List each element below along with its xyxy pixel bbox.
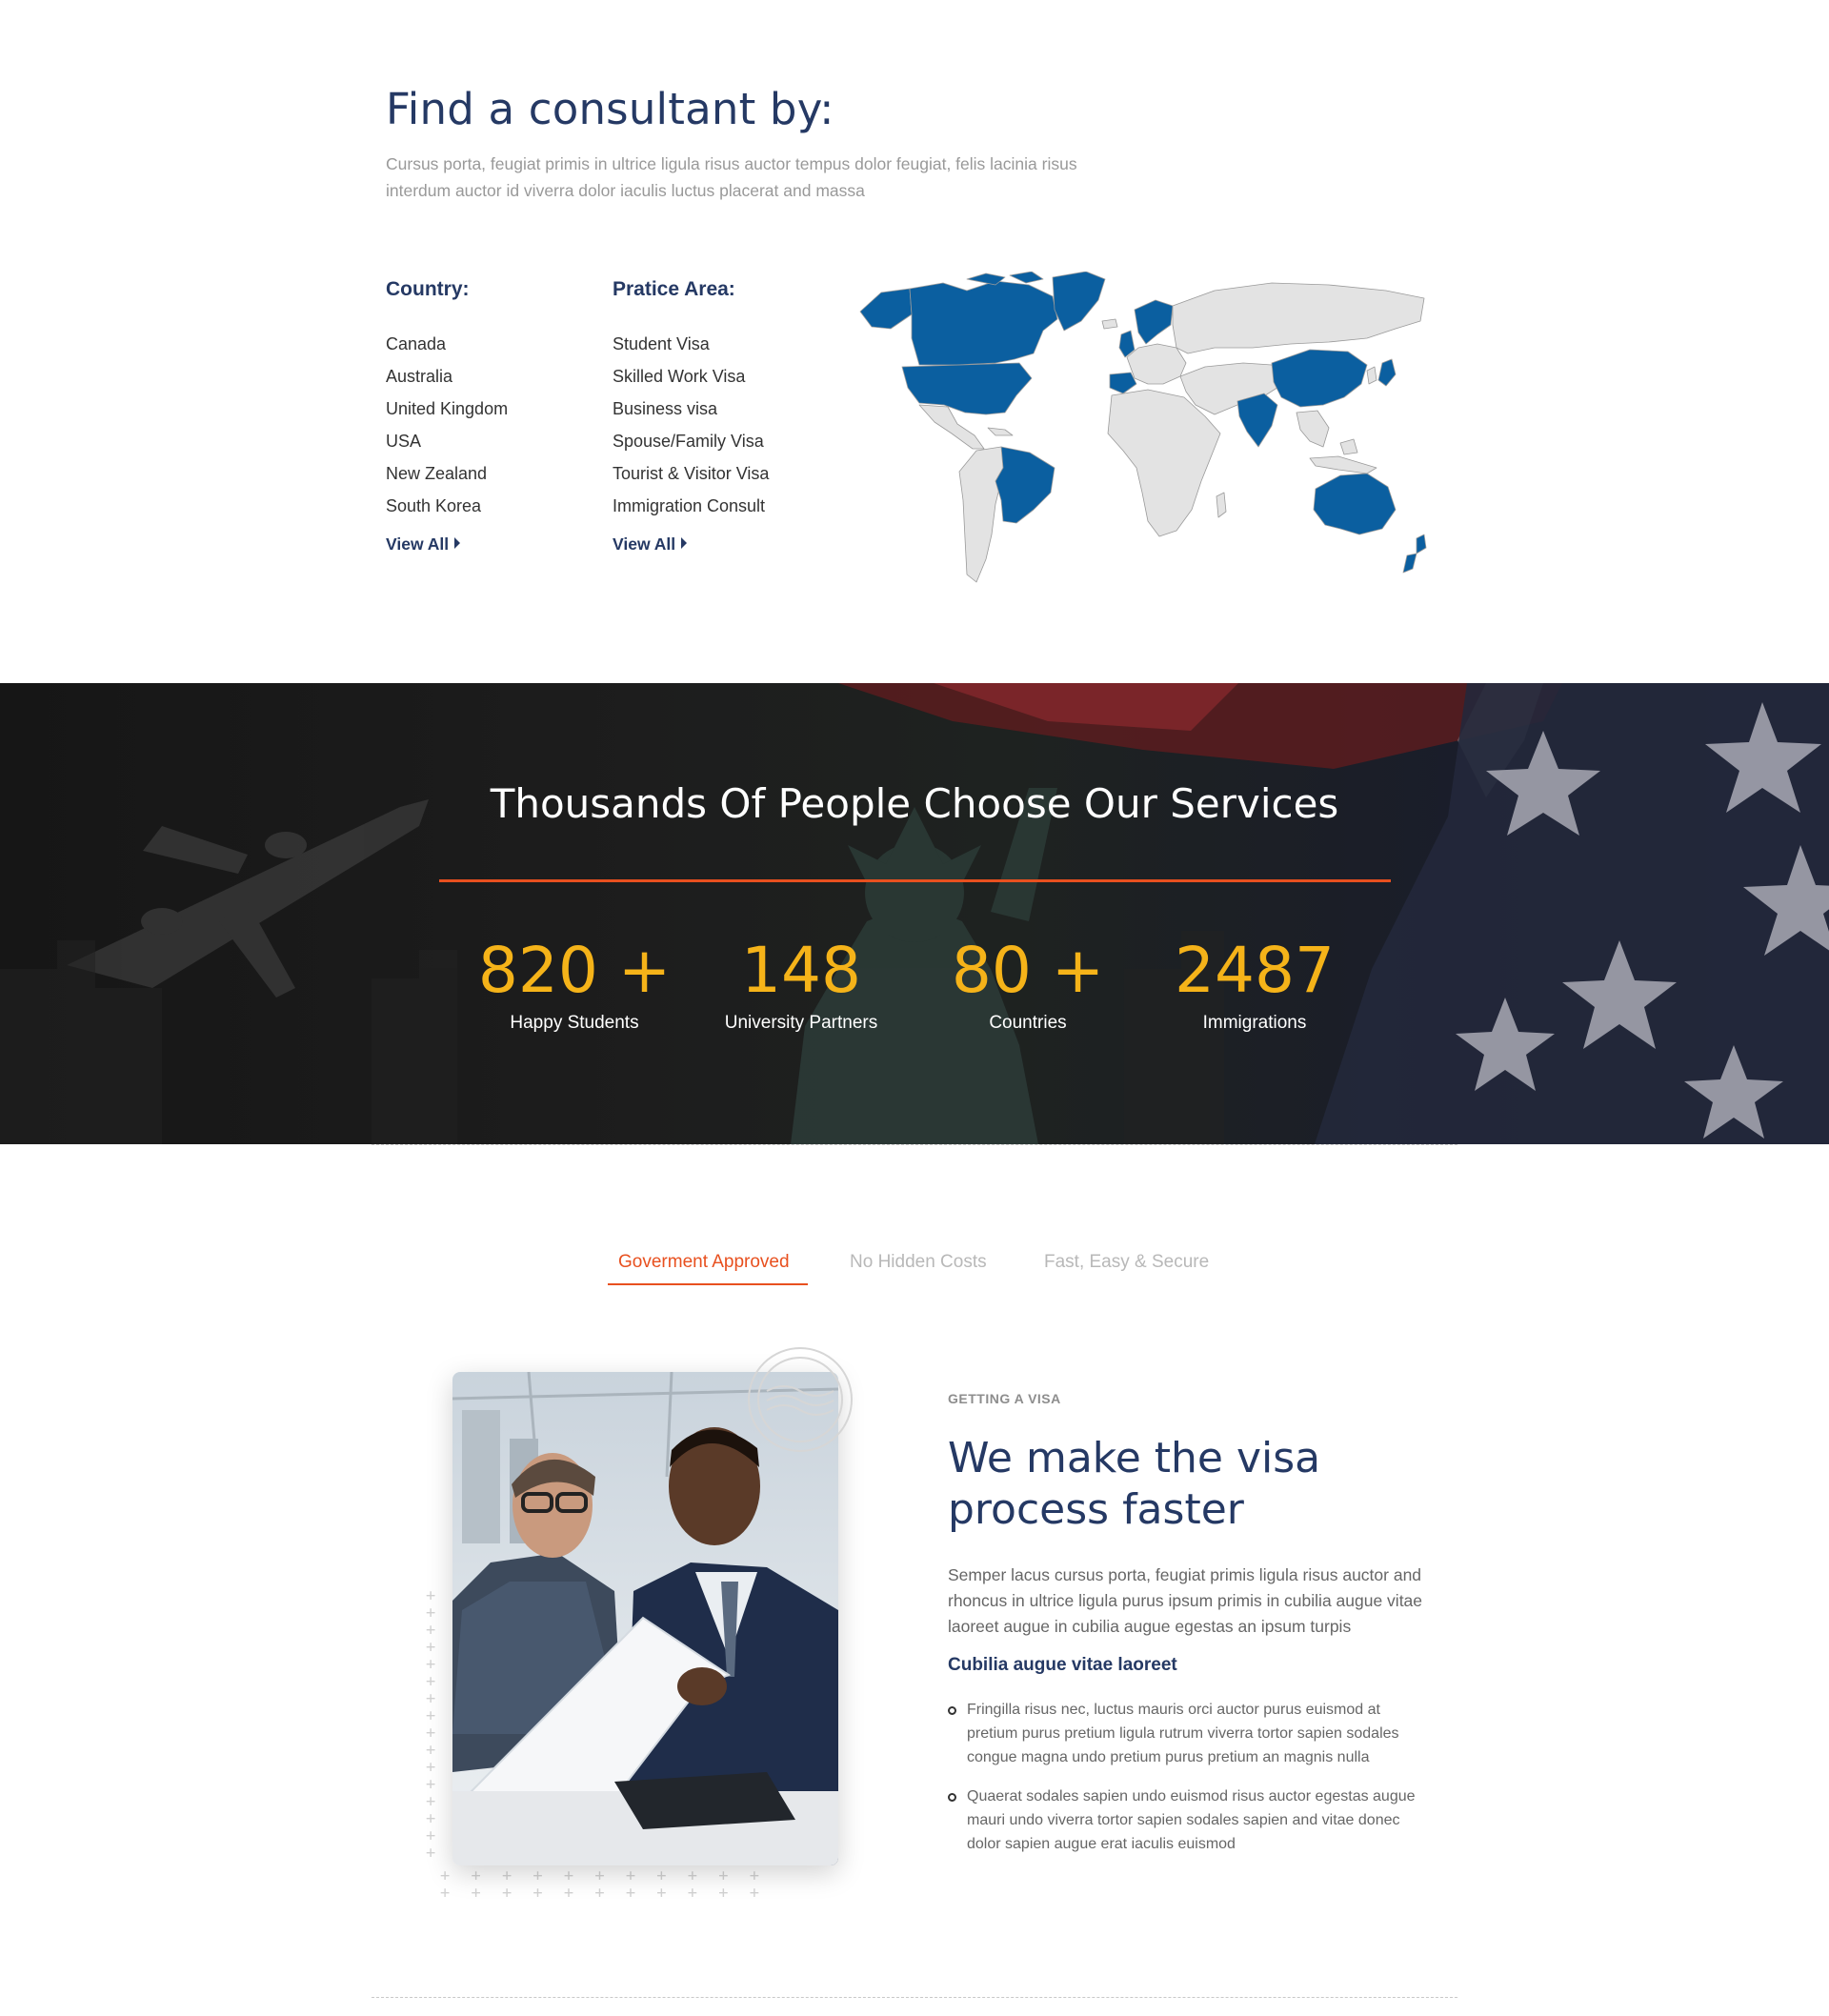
stamp-icon: [748, 1347, 853, 1452]
active-tab-indicator: [608, 1283, 808, 1285]
stat-happy-students: 820 + Happy Students: [460, 933, 689, 1034]
practice-item-student-visa[interactable]: Student Visa: [613, 328, 769, 360]
feature-tabs: Goverment Approved No Hidden Costs Fast,…: [0, 1239, 1829, 1286]
map-region-new-zealand: [1416, 534, 1427, 554]
tab-no-hidden-costs[interactable]: No Hidden Costs: [850, 1252, 987, 1273]
list-item: Quaerat sodales sapien undo euismod risu…: [948, 1784, 1429, 1856]
stat-university-partners: 148 University Partners: [687, 933, 915, 1034]
country-heading: Country:: [386, 278, 470, 300]
practice-item-skilled-work-visa[interactable]: Skilled Work Visa: [613, 360, 769, 393]
bullet-text: Quaerat sodales sapien undo euismod risu…: [967, 1788, 1416, 1852]
view-all-label: View All: [613, 534, 676, 554]
country-item-united-kingdom[interactable]: United Kingdom: [386, 393, 508, 425]
map-region-india: [1236, 393, 1278, 448]
visa-title: We make the visa process faster: [948, 1434, 1321, 1534]
country-view-all-link[interactable]: View All: [386, 534, 461, 554]
airplane-icon: [67, 799, 429, 998]
section-divider: [372, 1144, 1457, 1145]
map-region-brazil: [995, 446, 1055, 524]
country-list: Canada Australia United Kingdom USA New …: [386, 328, 508, 522]
bullet-circle-icon: [948, 1706, 956, 1715]
bullet-circle-icon: [948, 1793, 956, 1802]
visa-paragraph: Semper lacus cursus porta, feugiat primi…: [948, 1565, 1423, 1636]
tab-government-approved[interactable]: Goverment Approved: [618, 1252, 790, 1273]
visa-subheading: Cubilia augue vitae laoreet: [948, 1655, 1177, 1675]
map-region-china: [1271, 349, 1368, 408]
stat-countries: 80 + Countries: [914, 933, 1142, 1034]
practice-view-all-link[interactable]: View All: [613, 534, 688, 554]
decorative-plus-pattern: + + + + + + + + + + + + + + + + + + + + +…: [440, 1866, 765, 1903]
map-region-alaska: [859, 288, 913, 330]
stat-label: Happy Students: [510, 1013, 639, 1033]
visa-eyebrow: GETTING A VISA: [948, 1391, 1061, 1406]
map-region-australia: [1313, 473, 1397, 535]
tab-fast-easy-secure[interactable]: Fast, Easy & Secure: [1044, 1252, 1209, 1273]
list-item: Fringilla risus nec, luctus mauris orci …: [948, 1698, 1429, 1769]
country-item-usa[interactable]: USA: [386, 425, 508, 457]
country-item-new-zealand[interactable]: New Zealand: [386, 457, 508, 490]
map-region-scandinavia: [1134, 299, 1174, 345]
view-all-label: View All: [386, 534, 450, 554]
stat-value: 80 +: [951, 934, 1105, 1007]
practice-item-immigration-consult[interactable]: Immigration Consult: [613, 490, 769, 522]
map-region-canada: [909, 280, 1058, 366]
section-title: Find a consultant by:: [386, 84, 834, 134]
map-region-greenland: [1052, 272, 1106, 332]
map-region-japan: [1377, 358, 1397, 387]
stats-divider: [439, 879, 1391, 882]
stat-label: Countries: [989, 1013, 1067, 1033]
bullet-text: Fringilla risus nec, luctus mauris orci …: [967, 1702, 1399, 1765]
stat-value: 148: [741, 934, 861, 1007]
stats-title: Thousands Of People Choose Our Services: [490, 780, 1339, 827]
visa-bullet-list: Fringilla risus nec, luctus mauris orci …: [948, 1698, 1429, 1871]
find-consultant-section: Find a consultant by: Cursus porta, feug…: [0, 0, 1829, 683]
country-item-canada[interactable]: Canada: [386, 328, 508, 360]
practice-area-column: Pratice Area: Student Visa Skilled Work …: [613, 278, 769, 554]
stat-value: 820 +: [477, 934, 672, 1007]
caret-right-icon: [681, 537, 688, 549]
caret-right-icon: [454, 537, 461, 549]
stat-immigrations: 2487 Immigrations: [1140, 933, 1369, 1034]
practice-item-spouse-family-visa[interactable]: Spouse/Family Visa: [613, 425, 769, 457]
country-item-australia[interactable]: Australia: [386, 360, 508, 393]
country-item-south-korea[interactable]: South Korea: [386, 490, 508, 522]
practice-area-list: Student Visa Skilled Work Visa Business …: [613, 328, 769, 522]
decorative-plus-pattern: + + + + + + + + + + + + + + + +: [426, 1586, 442, 1863]
country-column: Country: Canada Australia United Kingdom…: [386, 278, 508, 554]
practice-item-tourist-visitor-visa[interactable]: Tourist & Visitor Visa: [613, 457, 769, 490]
world-map[interactable]: [853, 272, 1434, 591]
stat-label: Immigrations: [1202, 1013, 1307, 1033]
practice-area-heading: Pratice Area:: [613, 278, 735, 300]
stat-value: 2487: [1175, 934, 1335, 1007]
stat-label: University Partners: [724, 1013, 878, 1033]
stats-banner: Thousands Of People Choose Our Services …: [0, 683, 1829, 1144]
section-divider: [372, 1997, 1457, 1998]
statue-of-liberty-flag-background: [0, 683, 1829, 1144]
section-intro: Cursus porta, feugiat primis in ultrice …: [386, 154, 1077, 200]
practice-item-business-visa[interactable]: Business visa: [613, 393, 769, 425]
